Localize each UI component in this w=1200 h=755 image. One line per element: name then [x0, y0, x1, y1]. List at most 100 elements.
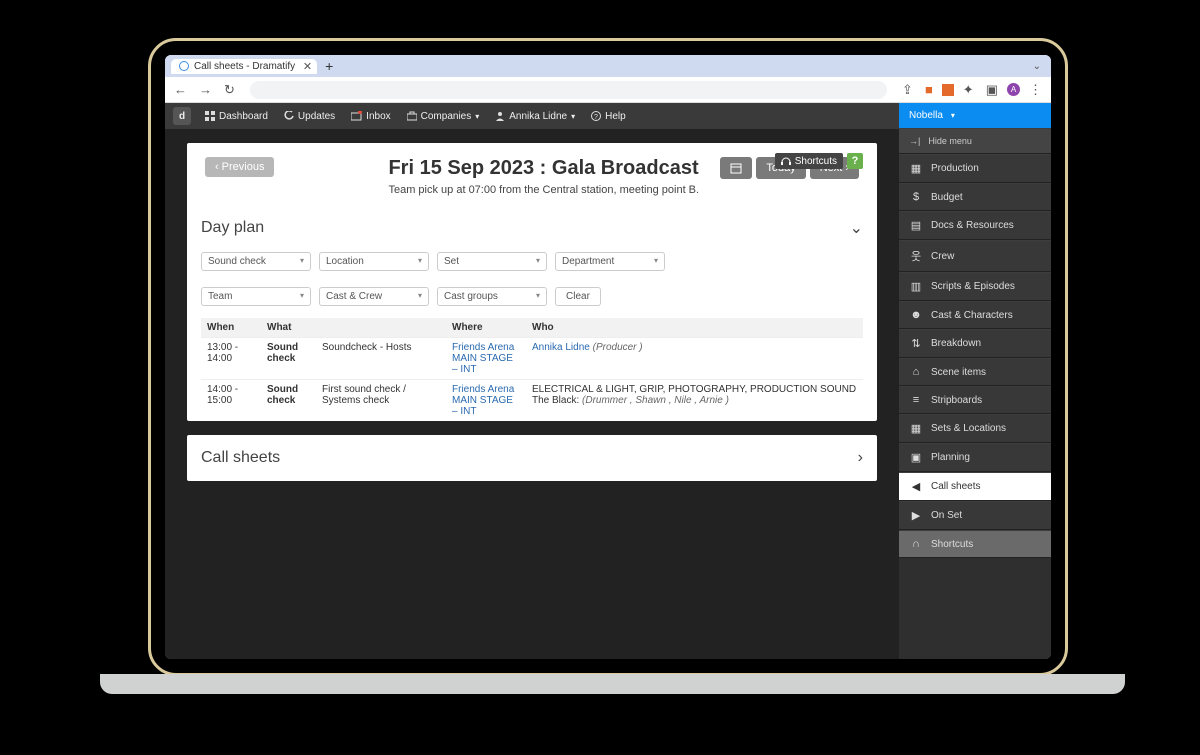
page-subtitle: Team pick up at 07:00 from the Central s… — [388, 184, 706, 196]
film-icon: ▦ — [909, 162, 923, 175]
close-icon[interactable]: ✕ — [303, 60, 312, 73]
people-icon: 웃 — [909, 248, 923, 264]
sidebar-item-crew[interactable]: 웃Crew — [899, 240, 1051, 272]
refresh-icon — [284, 111, 294, 121]
sidebar-item-budget[interactable]: $Budget — [899, 183, 1051, 211]
col-when: When — [201, 318, 261, 338]
headphones-icon — [781, 156, 791, 166]
filter-location[interactable]: Location▾ — [319, 252, 429, 271]
reload-icon[interactable]: ↻ — [221, 82, 238, 98]
tabstrip-caret-icon[interactable]: ⌄ — [1033, 61, 1041, 72]
sidebar-item-stripboards[interactable]: ≡Stripboards — [899, 386, 1051, 414]
sidebar-item-call-sheets[interactable]: ◀Call sheets — [899, 472, 1051, 501]
profile-avatar[interactable]: A — [1007, 83, 1020, 96]
sidebar-item-breakdown[interactable]: ⇅Breakdown — [899, 329, 1051, 358]
sidebar-item-planning[interactable]: ▣Planning — [899, 443, 1051, 472]
caret-down-icon: ▾ — [475, 112, 479, 121]
col-desc — [316, 318, 446, 338]
docs-icon: ▤ — [909, 219, 923, 232]
previous-button[interactable]: ‹ Previous — [205, 157, 274, 177]
menu-icon[interactable]: ⋮ — [1026, 82, 1045, 98]
clear-button[interactable]: Clear — [555, 287, 601, 306]
filter-sound-check[interactable]: Sound check▾ — [201, 252, 311, 271]
caret-down-icon: ▾ — [571, 112, 575, 121]
inbox-icon — [351, 111, 362, 121]
panel-icon[interactable]: ▣ — [983, 82, 1001, 98]
col-who: Who — [526, 318, 863, 338]
table-row: 14:00 - 15:00 Sound check First sound ch… — [201, 380, 863, 422]
forward-icon[interactable]: → — [196, 82, 215, 97]
location-link[interactable]: Friends Arena — [452, 384, 514, 395]
nav-dashboard[interactable]: Dashboard — [199, 111, 274, 122]
location-icon: ▦ — [909, 422, 923, 435]
sidebar-item-scripts[interactable]: ▥Scripts & Episodes — [899, 272, 1051, 301]
nav-companies[interactable]: Companies ▾ — [401, 111, 486, 122]
dayplan-header[interactable]: Day plan ⌄ — [187, 210, 877, 246]
set-link[interactable]: MAIN STAGE – INT — [452, 353, 513, 375]
back-icon[interactable]: ← — [171, 82, 190, 97]
col-where: Where — [446, 318, 526, 338]
shortcuts-button[interactable]: Shortcuts — [775, 153, 843, 169]
breakdown-icon: ⇅ — [909, 337, 923, 350]
help-icon: ? — [591, 111, 601, 121]
browser-navbar: ← → ↻ ⇪ ■ ✦ ▣ A ⋮ — [165, 77, 1051, 103]
filter-cast-crew[interactable]: Cast & Crew▾ — [319, 287, 429, 306]
sidebar-item-shortcuts[interactable]: ∩Shortcuts — [899, 530, 1051, 558]
chevron-down-icon: ⌄ — [850, 218, 863, 238]
nav-updates[interactable]: Updates — [278, 111, 341, 122]
filter-cast-groups[interactable]: Cast groups▾ — [437, 287, 547, 306]
sidebar-item-docs[interactable]: ▤Docs & Resources — [899, 211, 1051, 240]
app-topnav: d Dashboard Updates Inbox — [165, 103, 899, 129]
sidebar: Nobella ▾ →| Hide menu ▦Production $Budg… — [899, 103, 1051, 659]
megaphone-icon: ◀ — [909, 480, 923, 493]
favicon-icon — [179, 61, 189, 71]
dollar-icon: $ — [909, 191, 923, 203]
chevron-right-icon: › — [858, 449, 863, 467]
location-link[interactable]: Friends Arena — [452, 342, 514, 353]
svg-text:?: ? — [594, 114, 598, 121]
url-input[interactable] — [250, 81, 887, 99]
nav-help[interactable]: ? Help — [585, 111, 632, 122]
caret-down-icon: ▾ — [951, 111, 955, 120]
sidebar-hide-menu[interactable]: →| Hide menu — [899, 128, 1051, 154]
briefcase-icon — [407, 111, 417, 121]
extension-2-icon[interactable] — [942, 84, 954, 96]
tag-icon: ⌂ — [909, 366, 923, 378]
sidebar-item-cast[interactable]: ☻Cast & Characters — [899, 301, 1051, 329]
filter-set[interactable]: Set▾ — [437, 252, 547, 271]
tab-title: Call sheets - Dramatify — [194, 61, 295, 72]
filter-team[interactable]: Team▾ — [201, 287, 311, 306]
calendar-icon — [730, 162, 742, 174]
help-button[interactable]: ? — [847, 153, 863, 169]
clapper-icon: ▶ — [909, 509, 923, 522]
sidebar-item-on-set[interactable]: ▶On Set — [899, 501, 1051, 530]
browser-tab[interactable]: Call sheets - Dramatify ✕ — [171, 59, 317, 74]
person-link[interactable]: Annika Lidne — [532, 342, 590, 353]
extension-1-icon[interactable]: ■ — [922, 82, 936, 97]
extensions-icon[interactable]: ✦ — [960, 82, 977, 98]
share-icon[interactable]: ⇪ — [899, 82, 916, 98]
sidebar-project[interactable]: Nobella ▾ — [899, 103, 1051, 128]
sidebar-item-sets[interactable]: ▦Sets & Locations — [899, 414, 1051, 443]
page-title: Fri 15 Sep 2023 : Gala Broadcast — [388, 157, 706, 180]
dayplan-table: When What Where Who 13:00 - 14:00 Sound … — [201, 318, 863, 421]
callsheets-header[interactable]: Call sheets › — [187, 435, 877, 481]
col-what: What — [261, 318, 316, 338]
table-row: 13:00 - 14:00 Sound check Soundcheck - H… — [201, 338, 863, 380]
set-link[interactable]: MAIN STAGE – INT — [452, 395, 513, 417]
sidebar-item-scene-items[interactable]: ⌂Scene items — [899, 358, 1051, 386]
user-icon — [495, 111, 505, 121]
mask-icon: ☻ — [909, 309, 923, 321]
new-tab-button[interactable]: + — [325, 58, 333, 74]
script-icon: ▥ — [909, 280, 923, 293]
app-logo[interactable]: d — [173, 107, 191, 125]
grid-icon — [205, 111, 215, 121]
nav-inbox[interactable]: Inbox — [345, 111, 396, 122]
strip-icon: ≡ — [909, 394, 923, 406]
headphones-icon: ∩ — [909, 538, 923, 550]
sidebar-item-production[interactable]: ▦Production — [899, 154, 1051, 183]
calendar-icon: ▣ — [909, 451, 923, 464]
filter-department[interactable]: Department▾ — [555, 252, 665, 271]
nav-user[interactable]: Annika Lidne ▾ — [489, 111, 581, 122]
calendar-button[interactable] — [720, 157, 752, 179]
